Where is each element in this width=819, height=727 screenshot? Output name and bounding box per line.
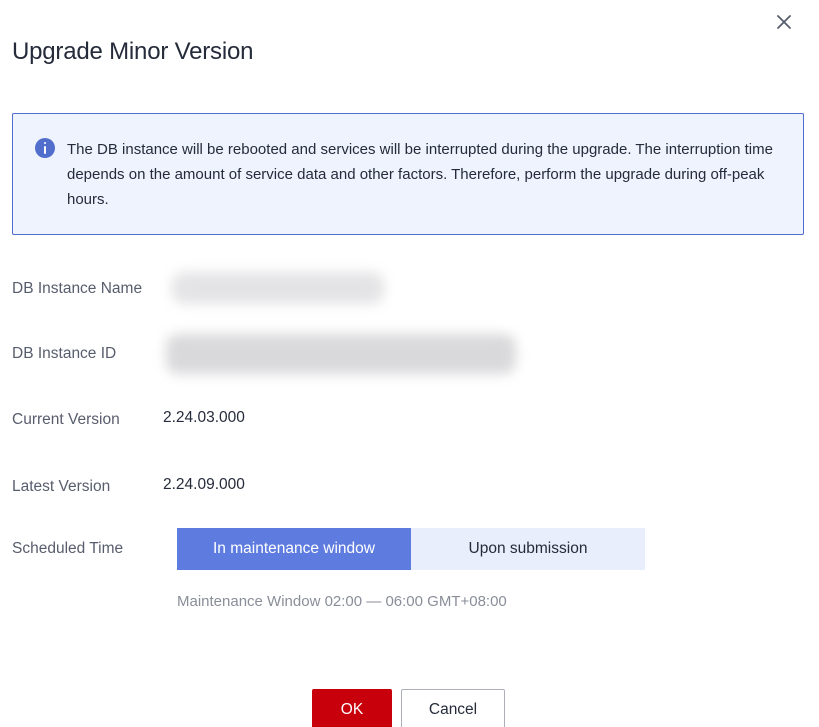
current-version-label: Current Version [12,411,120,428]
close-icon[interactable] [770,8,798,36]
current-version-value: 2.24.03.000 [163,409,245,426]
option-in-maintenance-window[interactable]: In maintenance window [177,528,411,570]
maintenance-window-hint: Maintenance Window 02:00 — 06:00 GMT+08:… [177,593,507,610]
option-upon-submission[interactable]: Upon submission [411,528,645,570]
dialog-title: Upgrade Minor Version [12,38,254,65]
scheduled-time-label: Scheduled Time [12,540,124,557]
scheduled-time-toggle: In maintenance window Upon submission [177,528,645,570]
cancel-button[interactable]: Cancel [401,689,505,727]
upgrade-minor-version-dialog: Upgrade Minor Version The DB instance wi… [0,0,819,727]
instance-name-value-redacted [172,272,384,304]
info-icon [35,138,55,158]
info-alert: The DB instance will be rebooted and ser… [12,113,804,235]
alert-message: The DB instance will be rebooted and ser… [67,141,773,208]
latest-version-label: Latest Version [12,478,111,495]
instance-id-label: DB Instance ID [12,345,117,362]
instance-name-label: DB Instance Name [12,280,143,297]
instance-id-value-redacted [166,334,516,374]
ok-button[interactable]: OK [312,689,392,727]
latest-version-value: 2.24.09.000 [163,476,245,493]
